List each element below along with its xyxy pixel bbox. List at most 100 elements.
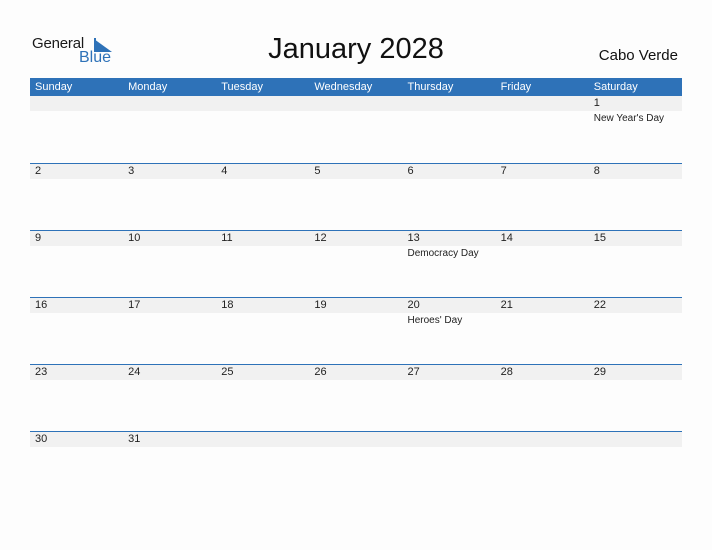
day-cell: 12	[309, 231, 402, 260]
day-number: 27	[407, 366, 420, 378]
day-number: 8	[593, 165, 600, 177]
day-cell	[309, 432, 402, 447]
day-cell: 15	[589, 231, 682, 260]
day-cell	[123, 96, 216, 125]
day-cell: 13 Democracy Day	[403, 231, 496, 260]
day-number: 19	[314, 299, 327, 311]
day-number	[501, 96, 589, 111]
day-number: 16	[35, 299, 48, 311]
day-cell: 3	[123, 164, 216, 179]
day-number	[221, 96, 309, 111]
day-cell	[216, 96, 309, 125]
day-cell	[589, 432, 682, 447]
day-number	[408, 432, 496, 447]
weekday-wednesday: Wednesday	[314, 81, 373, 93]
day-number	[128, 96, 216, 111]
day-cell	[496, 432, 589, 447]
day-cell: 7	[496, 164, 589, 179]
day-cell: 24	[123, 365, 216, 380]
day-number: 30	[35, 433, 48, 445]
holiday-label: Heroes' Day	[407, 315, 463, 326]
weekday-sunday: Sunday	[35, 81, 73, 93]
day-cell: 31	[123, 432, 216, 447]
week-row: 2 3 4 5 6 7 8	[30, 163, 682, 230]
day-number	[314, 96, 402, 111]
day-number: 17	[128, 299, 141, 311]
day-cell: 20 Heroes' Day	[403, 298, 496, 327]
day-cell: 11	[216, 231, 309, 260]
calendar-grid: Sunday Monday Tuesday Wednesday Thursday Frid…	[30, 78, 682, 498]
day-cell: 1 New Year's Day	[589, 96, 682, 125]
day-cell: 26	[309, 365, 402, 380]
weekday-tuesday: Tuesday	[221, 81, 264, 93]
week-row: 9 10 11 12 13 Democracy Day 14 15	[30, 230, 682, 297]
weeks-container: 1 New Year's Day 2 3 4 5 6 7 8 9 10 11 12 13 Democracy…	[30, 96, 682, 498]
day-number: 26	[314, 366, 327, 378]
day-cell: 14	[496, 231, 589, 260]
day-cell: 25	[216, 365, 309, 380]
day-number: 2	[35, 165, 42, 177]
day-number: 23	[35, 366, 48, 378]
day-cell: 5	[309, 164, 402, 179]
day-cell	[403, 96, 496, 125]
day-cell: 6	[403, 164, 496, 179]
day-number: 13	[407, 232, 420, 244]
day-cell: 23	[30, 365, 123, 380]
day-cell: 30	[30, 432, 123, 447]
day-cell: 18	[216, 298, 309, 327]
country-label: Cabo Verde	[598, 47, 678, 64]
day-number: 10	[128, 232, 141, 244]
day-number: 22	[593, 299, 606, 311]
day-number: 25	[221, 366, 234, 378]
day-cell	[216, 432, 309, 447]
day-number: 6	[407, 165, 414, 177]
day-number: 31	[128, 433, 141, 445]
holiday-label: Democracy Day	[407, 248, 479, 259]
day-cell	[309, 96, 402, 125]
day-number	[594, 432, 682, 447]
day-number: 5	[314, 165, 321, 177]
day-number: 21	[500, 299, 513, 311]
day-number	[408, 96, 496, 111]
day-cell: 2	[30, 164, 123, 179]
weekday-monday: Monday	[128, 81, 168, 93]
day-number: 1	[593, 97, 600, 109]
day-cell: 29	[589, 365, 682, 380]
day-number: 29	[593, 366, 606, 378]
weekday-header: Sunday Monday Tuesday Wednesday Thursday Frid…	[30, 78, 682, 96]
day-number: 9	[35, 232, 42, 244]
weekday-saturday: Saturday	[593, 81, 638, 93]
day-number: 11	[221, 232, 233, 244]
day-number: 18	[221, 299, 234, 311]
weekday-thursday: Thursday	[407, 81, 454, 93]
day-number: 4	[221, 165, 228, 177]
day-cell	[30, 96, 123, 125]
day-cell: 4	[216, 164, 309, 179]
day-cell: 17	[123, 298, 216, 327]
day-number	[501, 432, 589, 447]
day-number: 20	[407, 299, 420, 311]
day-cell: 28	[496, 365, 589, 380]
day-cell: 27	[403, 365, 496, 380]
day-number: 24	[128, 366, 141, 378]
day-number: 3	[128, 165, 135, 177]
day-number	[221, 432, 309, 447]
day-cell	[496, 96, 589, 125]
day-number: 15	[593, 232, 606, 244]
holiday-label: New Year's Day	[593, 113, 665, 124]
day-cell: 10	[123, 231, 216, 260]
day-number: 14	[500, 232, 513, 244]
day-cell: 19	[309, 298, 402, 327]
week-row: 16 17 18 19 20 Heroes' Day 21 22	[30, 297, 682, 364]
day-cell: 9	[30, 231, 123, 260]
weekday-friday: Friday	[500, 81, 532, 93]
week-row: 1 New Year's Day	[30, 96, 682, 163]
day-number	[35, 96, 123, 111]
day-cell	[403, 432, 496, 447]
day-number: 7	[500, 165, 507, 177]
day-cell: 22	[589, 298, 682, 327]
day-number: 12	[314, 232, 327, 244]
day-number	[314, 432, 402, 447]
day-cell: 8	[589, 164, 682, 179]
week-row: 30 31	[30, 431, 682, 498]
